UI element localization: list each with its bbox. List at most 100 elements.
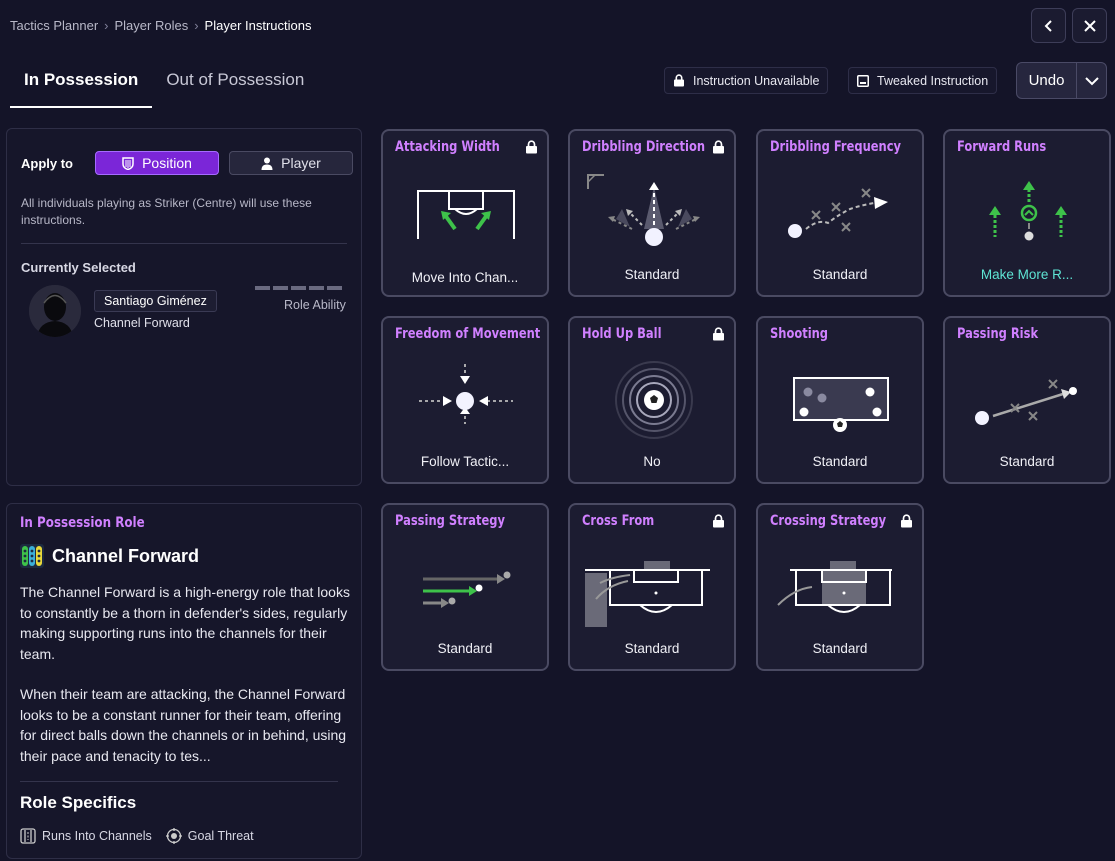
card-hold-up-ball[interactable]: Hold Up Ball No bbox=[568, 316, 736, 484]
role-name: Channel Forward bbox=[52, 545, 200, 566]
card-title: Freedom of Movement bbox=[395, 326, 541, 342]
cross-from-diagram-icon bbox=[585, 561, 710, 627]
tweaked-icon bbox=[857, 74, 869, 87]
channels-icon bbox=[20, 828, 36, 844]
dribbling-direction-diagram-icon bbox=[587, 174, 700, 246]
card-value: Standard bbox=[437, 641, 493, 656]
lock-icon bbox=[526, 140, 537, 154]
card-dribbling-frequency[interactable]: Dribbling Frequency Standard bbox=[756, 129, 924, 297]
card-title: Crossing Strategy bbox=[770, 513, 887, 529]
goal-threat-icon bbox=[165, 828, 182, 844]
tab-in-possession[interactable]: In Possession bbox=[10, 56, 153, 108]
card-freedom-of-movement[interactable]: Freedom of Movement Follow Tactic... bbox=[381, 316, 549, 484]
close-icon bbox=[1083, 19, 1096, 32]
lock-icon bbox=[713, 327, 724, 341]
role-description-2: When their team are attacking, the Chann… bbox=[20, 686, 347, 764]
apply-player-label: Player bbox=[281, 155, 321, 171]
undo-dropdown-button[interactable] bbox=[1077, 63, 1106, 98]
card-title: Cross From bbox=[582, 513, 655, 529]
breadcrumb-player-instructions: Player Instructions bbox=[204, 18, 312, 33]
role-ability-label: Role Ability bbox=[284, 298, 346, 312]
card-value: Standard bbox=[812, 454, 868, 469]
apply-position-button[interactable]: Position bbox=[95, 151, 219, 175]
role-description: The Channel Forward is a high-energy rol… bbox=[20, 582, 356, 766]
card-passing-strategy[interactable]: Passing Strategy Standard bbox=[381, 503, 549, 671]
breadcrumb-player-roles[interactable]: Player Roles bbox=[115, 18, 189, 33]
role-ability-bars bbox=[255, 286, 342, 290]
card-title: Forward Runs bbox=[957, 139, 1047, 155]
apply-panel: Apply to Position Player All individuals… bbox=[6, 128, 362, 486]
lock-icon bbox=[713, 140, 724, 154]
lock-icon bbox=[901, 514, 912, 528]
card-value: Follow Tactic... bbox=[420, 454, 510, 469]
role-specific-item: Goal Threat bbox=[165, 828, 254, 844]
card-value: Make More R... bbox=[980, 267, 1074, 282]
lock-icon bbox=[713, 514, 724, 528]
card-value: Standard bbox=[624, 641, 680, 656]
card-attacking-width[interactable]: Attacking Width Move Into Chan... bbox=[381, 129, 549, 297]
card-shooting[interactable]: Shooting Standard bbox=[756, 316, 924, 484]
shooting-diagram-icon bbox=[793, 377, 889, 432]
divider bbox=[20, 781, 338, 782]
crossing-strategy-diagram-icon bbox=[777, 561, 892, 613]
card-value: Standard bbox=[812, 267, 868, 282]
legend-unavailable-label: Instruction Unavailable bbox=[693, 73, 820, 88]
role-specific-label: Runs Into Channels bbox=[42, 829, 152, 843]
card-forward-runs[interactable]: Forward Runs Make More R... bbox=[943, 129, 1111, 297]
card-title: Passing Strategy bbox=[395, 513, 505, 529]
close-button[interactable] bbox=[1072, 8, 1107, 43]
role-specifics-list: Runs Into Channels Goal Threat bbox=[20, 828, 254, 844]
chevron-right-icon: › bbox=[194, 18, 199, 33]
card-title: Attacking Width bbox=[395, 139, 500, 155]
role-panel: In Possession Role Channel Forward The C… bbox=[6, 503, 362, 859]
role-heading: In Possession Role bbox=[20, 515, 145, 531]
dribbling-frequency-diagram-icon bbox=[788, 188, 888, 238]
card-value: Standard bbox=[812, 641, 868, 656]
chevron-down-icon bbox=[1084, 76, 1099, 85]
undo-split-button: Undo bbox=[1016, 62, 1107, 99]
card-title: Passing Risk bbox=[957, 326, 1039, 342]
role-specific-label: Goal Threat bbox=[187, 829, 254, 843]
player-avatar bbox=[29, 285, 81, 337]
player-role: Channel Forward bbox=[94, 316, 190, 330]
role-badge-icon bbox=[20, 544, 44, 568]
passing-risk-diagram-icon bbox=[975, 379, 1077, 425]
chevron-left-icon bbox=[1044, 19, 1052, 32]
apply-to-label: Apply to bbox=[21, 155, 73, 171]
shield-icon bbox=[122, 156, 134, 170]
legend-instruction-unavailable: Instruction Unavailable bbox=[664, 67, 829, 94]
back-button[interactable] bbox=[1031, 8, 1066, 43]
divider bbox=[21, 243, 347, 244]
role-specifics-title: Role Specifics bbox=[20, 793, 137, 812]
card-crossing-strategy[interactable]: Crossing Strategy Standard bbox=[756, 503, 924, 671]
hold-up-ball-diagram-icon bbox=[615, 361, 693, 439]
card-title: Dribbling Direction bbox=[582, 139, 706, 155]
apply-player-button[interactable]: Player bbox=[229, 151, 353, 175]
card-value: Standard bbox=[999, 454, 1055, 469]
chevron-right-icon: › bbox=[104, 18, 109, 33]
card-value: Standard bbox=[624, 267, 680, 282]
card-value: Move Into Chan... bbox=[411, 270, 519, 285]
breadcrumb: Tactics Planner › Player Roles › Player … bbox=[10, 18, 311, 33]
lock-icon bbox=[674, 74, 684, 87]
currently-selected-title: Currently Selected bbox=[21, 260, 136, 275]
forward-runs-diagram-icon bbox=[989, 181, 1067, 241]
card-title: Dribbling Frequency bbox=[770, 139, 902, 155]
player-name: Santiago Giménez bbox=[94, 290, 217, 312]
freedom-of-movement-diagram-icon bbox=[419, 364, 513, 424]
card-title: Hold Up Ball bbox=[582, 326, 662, 342]
apply-position-label: Position bbox=[142, 155, 192, 171]
card-cross-from[interactable]: Cross From Standard bbox=[568, 503, 736, 671]
attacking-width-diagram-icon bbox=[417, 190, 515, 239]
person-icon bbox=[261, 157, 273, 170]
card-title: Shooting bbox=[770, 326, 829, 342]
card-dribbling-direction[interactable]: Dribbling Direction Standard bbox=[568, 129, 736, 297]
tab-out-of-possession[interactable]: Out of Possession bbox=[152, 56, 318, 108]
card-passing-risk[interactable]: Passing Risk Standard bbox=[943, 316, 1111, 484]
card-value: No bbox=[643, 454, 661, 469]
possession-tabs: In Possession Out of Possession bbox=[10, 56, 318, 108]
undo-button[interactable]: Undo bbox=[1017, 63, 1077, 98]
role-description-1: The Channel Forward is a high-energy rol… bbox=[20, 584, 350, 662]
breadcrumb-tactics-planner[interactable]: Tactics Planner bbox=[10, 18, 98, 33]
legend-tweaked-instruction: Tweaked Instruction bbox=[848, 67, 998, 94]
